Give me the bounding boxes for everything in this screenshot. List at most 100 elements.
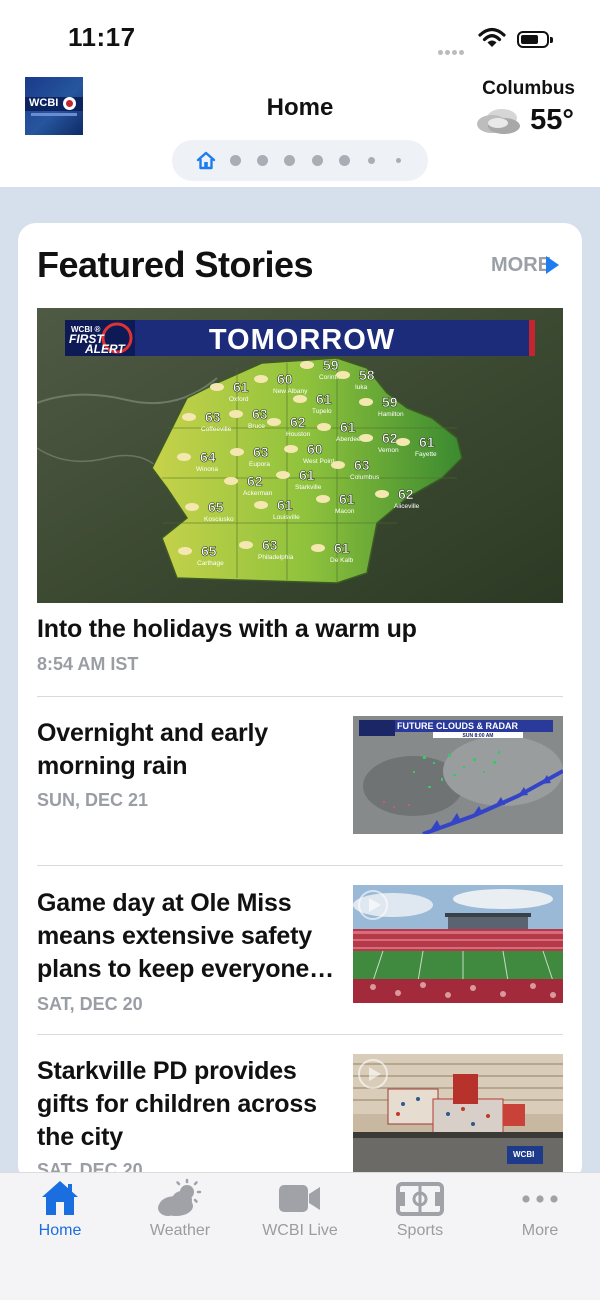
play-arrow-icon[interactable]: [546, 256, 559, 274]
map-city: Fayette: [415, 451, 437, 458]
sun-cloud-icon: [311, 544, 325, 552]
page-dot[interactable]: [396, 158, 401, 163]
map-temp: 61: [419, 434, 435, 450]
story-date: SUN, DEC 21: [37, 790, 149, 810]
map-temp: 63: [253, 444, 269, 460]
sun-cloud-icon: [239, 541, 253, 549]
svg-text:ALERT: ALERT: [84, 342, 126, 356]
sun-cloud-icon: [254, 501, 268, 509]
home-page-icon[interactable]: [196, 151, 216, 170]
map-city: Oxford: [229, 396, 249, 403]
sun-cloud-icon: [359, 398, 373, 406]
map-temp: 63: [354, 457, 370, 473]
battery-icon: [517, 31, 553, 48]
map-city: Louisville: [273, 514, 300, 521]
hero-date: 8:54 AM IST: [37, 654, 139, 674]
sun-cloud-icon: [316, 495, 330, 503]
map-city: Macon: [335, 508, 355, 515]
map-temp: 59: [323, 357, 339, 373]
weather-city[interactable]: Columbus: [482, 78, 575, 100]
map-city: West Point: [303, 458, 335, 465]
wifi-icon: [478, 27, 506, 54]
map-city: Iuka: [355, 384, 368, 391]
map-temp: 62: [398, 486, 414, 502]
map-city: Winona: [196, 466, 218, 473]
sun-cloud-icon: [224, 477, 238, 485]
sun-cloud-icon: [210, 383, 224, 391]
story-headline[interactable]: Game day at Ole Miss means extensive saf…: [37, 887, 342, 986]
map-city: Bruce: [248, 423, 265, 430]
field-icon: [396, 1182, 444, 1216]
map-temp: 59: [382, 394, 398, 410]
page-dot[interactable]: [257, 155, 268, 166]
sun-cloud-icon: [317, 423, 331, 431]
story-headline[interactable]: Starkville PD provides gifts for childre…: [37, 1055, 342, 1154]
status-time: 11:17: [68, 22, 136, 52]
map-temp: 65: [201, 543, 217, 559]
map-city: De Kalb: [330, 557, 354, 564]
story-thumbnail[interactable]: [353, 885, 563, 1003]
map-city: Hamilton: [378, 411, 404, 418]
tab-label: More: [521, 1222, 559, 1239]
story-thumbnail[interactable]: WCBI: [353, 1054, 563, 1172]
more-link[interactable]: MORE: [491, 254, 551, 277]
divider: [37, 865, 563, 866]
cellular-signal-icon: [438, 42, 466, 60]
sun-cloud-icon: [182, 413, 196, 421]
map-city: Tupelo: [312, 408, 332, 415]
map-city: Columbus: [350, 474, 380, 481]
cloudy-icon[interactable]: [476, 106, 522, 141]
tab-wcbi-live[interactable]: WCBI Live: [240, 1178, 360, 1240]
sun-cloud-icon: [375, 490, 389, 498]
tab-sports[interactable]: Sports: [360, 1178, 480, 1240]
page-dot[interactable]: [312, 155, 323, 166]
story-headline[interactable]: Overnight and early morning rain: [37, 717, 337, 783]
sun-cloud-icon: [396, 438, 410, 446]
map-temp: 64: [200, 449, 216, 465]
sun-cloud-icon: [254, 375, 268, 383]
sun-cloud-icon: [284, 445, 298, 453]
tab-more[interactable]: More: [480, 1178, 600, 1240]
tab-label: Weather: [149, 1222, 211, 1239]
map-city: Aliceville: [394, 503, 420, 510]
sun-cloud-icon: [185, 503, 199, 511]
tab-label: WCBI Live: [262, 1222, 338, 1239]
story-thumbnail[interactable]: FUTURE CLOUDS & RADAR SUN 8:00 AM: [353, 716, 563, 834]
map-temp: 65: [208, 499, 224, 515]
tab-home[interactable]: Home: [0, 1178, 120, 1240]
page-dot[interactable]: [230, 155, 241, 166]
map-temp: 61: [277, 497, 293, 513]
divider: [37, 1034, 563, 1035]
sun-cloud-icon: [331, 461, 345, 469]
map-city: Ackerman: [243, 490, 273, 497]
sun-cloud-icon: [276, 471, 290, 479]
story-date: SAT, DEC 20: [37, 994, 143, 1014]
map-temp: 58: [359, 367, 375, 383]
map-city: Philadelphia: [258, 554, 294, 561]
thumb-badge: WCBI: [513, 1150, 534, 1159]
hero-headline[interactable]: Into the holidays with a warm up: [37, 613, 417, 646]
map-city: New Albany: [273, 388, 308, 395]
sun-cloud-icon: [359, 434, 373, 442]
house-icon: [42, 1181, 78, 1215]
svg-text:TOMORROW: TOMORROW: [209, 324, 395, 356]
map-temp: 62: [290, 414, 306, 430]
map-temp: 61: [339, 491, 355, 507]
map-temp: 61: [233, 379, 249, 395]
sun-cloud-icon: [267, 418, 281, 426]
map-city: Eupora: [249, 461, 270, 468]
tab-weather[interactable]: Weather: [120, 1178, 240, 1240]
map-temp: 61: [299, 467, 315, 483]
page-dot[interactable]: [284, 155, 295, 166]
sun-cloud-icon: [177, 453, 191, 461]
thumb-caption: FUTURE CLOUDS & RADAR: [397, 721, 518, 731]
current-temperature[interactable]: 55°: [530, 104, 574, 137]
page-dot[interactable]: [339, 155, 350, 166]
page-indicator[interactable]: [172, 140, 428, 181]
hero-image[interactable]: WCBI ® FIRST ALERT TOMORROW 59 Corinth 58 I…: [37, 308, 563, 603]
page-dot[interactable]: [368, 157, 375, 164]
map-city: Carthage: [197, 560, 224, 567]
thumb-subcaption: SUN 8:00 AM: [463, 733, 494, 739]
section-title: Featured Stories: [37, 244, 314, 285]
map-temp: 60: [307, 441, 323, 457]
